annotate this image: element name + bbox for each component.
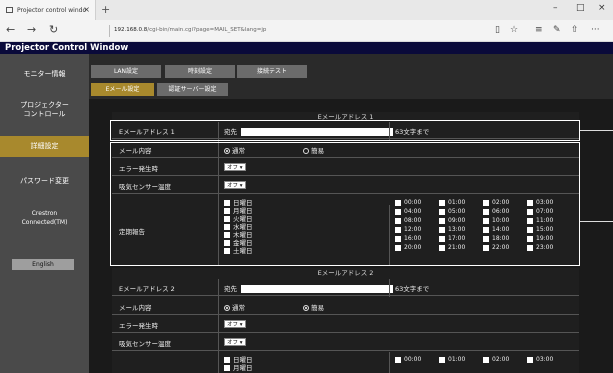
email-field-2: 宛先 [224,283,393,293]
browser-tab[interactable]: Projector control windo × [0,0,96,20]
column-divider [218,279,219,373]
tab-connection-test[interactable]: 接続テスト [237,65,307,78]
callout-frame-settings [110,142,580,266]
refresh-icon[interactable]: ↻ [49,23,58,36]
address-bar-row: ← → ↻ 192.168.0.8/cgi-bin/main.cgi?page=… [0,20,613,42]
sidebar-item-crestron[interactable]: Crestron Connected(TM) [0,209,89,227]
error-label-2: エラー発生時 [119,322,158,330]
radio-simple-label: 簡易 [311,304,325,312]
radio-checked-icon [224,305,230,311]
tab-close-icon[interactable]: × [83,5,90,14]
share-icon[interactable]: ⇧ [571,25,579,35]
day-label: 日曜日 [233,356,253,364]
column-divider [389,352,390,373]
intake-label-2: 吸気センサー温度 [119,340,171,348]
sidebar-item-password[interactable]: パスワード変更 [0,177,89,186]
checkbox-icon [439,356,445,363]
radio-normal-label: 通常 [232,304,245,312]
day-label: 月曜日 [233,364,253,372]
browser-tab-bar: Projector control windo × + – □ × [0,0,613,20]
error-row-2: エラー発生時 オフ ▾ [112,316,579,333]
radio-simple-2[interactable]: 簡易 [303,302,324,312]
hour-label: 00:00 [404,356,422,363]
tab-auth-server[interactable]: 認証サーバー設定 [157,83,228,96]
divider [109,25,110,37]
favorite-icon[interactable]: ☆ [510,25,518,35]
checkbox-icon [527,356,533,363]
back-icon[interactable]: ← [6,23,15,36]
hour-checkbox[interactable]: 00:00 [395,356,439,363]
intake-select-wrap-2: オフ ▾ [224,338,246,346]
radio-normal-2[interactable]: 通常 [224,302,245,312]
tab-lan[interactable]: LAN設定 [91,65,161,78]
content-options-2: 通常 簡易 [224,302,328,312]
error-select-wrap-2: オフ ▾ [224,320,246,328]
content-row-2: メール内容 通常 簡易 [112,298,579,315]
hour-label: 02:00 [492,356,510,363]
maximize-button[interactable]: □ [576,3,585,13]
page-title: Projector Control Window [0,42,613,54]
tab-email[interactable]: Eメール設定 [91,83,154,96]
content-label-2: メール内容 [119,304,152,312]
section-title-2: Eメールアドレス 2 [112,268,579,278]
intake-select-2[interactable]: オフ ▾ [224,338,246,346]
url-host: 192.168.0.8 [114,27,148,33]
error-select-2[interactable]: オフ ▾ [224,320,246,328]
error-select-value: オフ [227,322,239,328]
more-icon[interactable]: ··· [591,25,600,35]
report-row-2: 日曜日 月曜日 00:00 01:00 02:00 03:00 [112,352,579,373]
checkbox-icon [224,365,230,371]
sidebar: モニター情報 プロジェクター コントロール 詳細設定 パスワード変更 Crest… [0,54,89,373]
day-mon-2[interactable]: 月曜日 [224,364,253,372]
hour-checkbox[interactable]: 03:00 [527,356,571,363]
hour-label: 03:00 [536,356,554,363]
url-path: /cgi-bin/main.cgi?page=MAIL_SET&lang=jp [147,27,267,33]
forward-icon[interactable]: → [27,23,36,36]
email-input-2[interactable] [241,285,393,293]
to-label-2: 宛先 [224,285,237,293]
main-content: Eメールアドレス 1 Eメールアドレス 1 宛先 63文字まで メール内容 通常… [89,99,613,373]
intake-row-2: 吸気センサー温度 オフ ▾ [112,334,579,351]
minimize-button[interactable]: – [553,3,558,13]
sidebar-item-advanced[interactable]: 詳細設定 [0,136,89,157]
checkbox-icon [224,357,230,363]
settings-tabs: LAN設定 時刻設定 接続テスト Eメール設定 認証サーバー設定 [89,54,613,99]
callout-leader [580,130,613,131]
email-row-2: Eメールアドレス 2 宛先 63文字まで [112,279,579,296]
window-close-button[interactable]: × [598,3,606,13]
column-divider [389,279,390,297]
reading-view-icon[interactable]: ▯ [495,25,500,35]
url-field[interactable]: 192.168.0.8/cgi-bin/main.cgi?page=MAIL_S… [114,27,266,33]
hub-icon[interactable]: ≡ [535,25,543,35]
email-label-2: Eメールアドレス 2 [119,285,175,293]
intake-select-value: オフ [227,340,239,346]
hour-checkbox-grid-2: 00:00 01:00 02:00 03:00 [395,356,571,363]
callout-leader [580,221,613,222]
page-icon [6,7,13,13]
radio-checked-icon [303,305,310,311]
language-button[interactable]: English [12,259,74,270]
web-note-icon[interactable]: ✎ [553,25,561,35]
tab-time[interactable]: 時刻設定 [165,65,235,78]
hour-checkbox[interactable]: 02:00 [483,356,527,363]
email-address-2-panel: Eメールアドレス 2 Eメールアドレス 2 宛先 63文字まで メール内容 通常… [112,268,579,373]
char-limit-2: 63文字まで [395,285,430,293]
sidebar-item-projector-control[interactable]: プロジェクター コントロール [0,101,89,119]
checkbox-icon [483,356,489,363]
tab-title: Projector control windo [17,6,87,14]
hour-checkbox[interactable]: 01:00 [439,356,483,363]
sidebar-item-monitor[interactable]: モニター情報 [0,70,89,79]
callout-frame-email [110,120,580,141]
day-checkbox-list-2: 日曜日 月曜日 [224,356,253,372]
checkbox-icon [395,356,401,363]
new-tab-button[interactable]: + [101,3,110,16]
day-sun-2[interactable]: 日曜日 [224,356,253,364]
hour-label: 01:00 [448,356,466,363]
